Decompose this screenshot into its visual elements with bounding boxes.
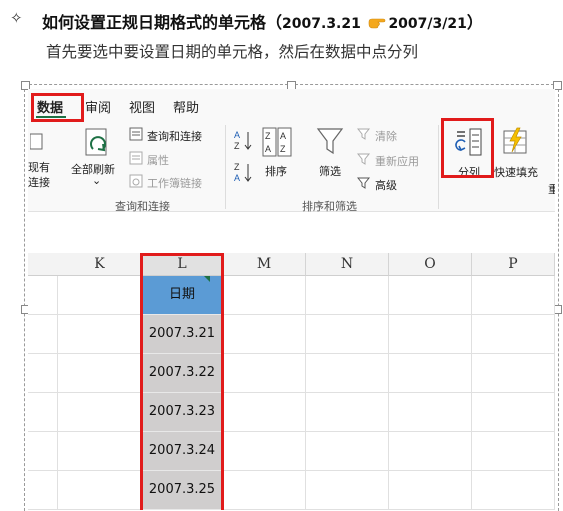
ribbon-tabs: 数据 审阅 视图 帮助	[28, 89, 555, 119]
grid-cell[interactable]	[389, 276, 472, 315]
column-header-k[interactable]: K	[58, 253, 142, 276]
column-header-o[interactable]: O	[389, 253, 472, 276]
svg-text:Z: Z	[234, 162, 240, 172]
connections-icon	[30, 133, 43, 150]
grid-cell[interactable]	[306, 276, 389, 315]
excel-screenshot: 数据 审阅 视图 帮助 现有 连接 全部刷新 ⌄ 查询和连接 属性 工作簿链接 …	[28, 89, 555, 510]
pointing-hand-icon	[369, 18, 386, 29]
column-header-p[interactable]: P	[472, 253, 555, 276]
grid-cell[interactable]	[389, 315, 472, 354]
column-header-m[interactable]: M	[223, 253, 306, 276]
partial-right-label: 重	[548, 183, 555, 196]
grid-cell[interactable]	[58, 276, 142, 315]
grid-cell[interactable]	[472, 276, 555, 315]
reapply-icon	[357, 153, 371, 165]
grid-cell[interactable]	[389, 393, 472, 432]
grid-cell[interactable]	[223, 276, 306, 315]
chevron-down-icon: ⌄	[92, 174, 102, 187]
svg-text:A: A	[234, 173, 240, 183]
grid-cell[interactable]	[472, 432, 555, 471]
grid-cell[interactable]	[58, 432, 142, 471]
grid-cell[interactable]	[306, 432, 389, 471]
highlight-data-tab	[31, 93, 84, 122]
grid-cell[interactable]	[28, 393, 58, 432]
grid-cell[interactable]	[472, 471, 555, 510]
grid-cell[interactable]	[28, 315, 58, 354]
svg-text:Z: Z	[265, 131, 271, 141]
grid-cell[interactable]	[28, 432, 58, 471]
refresh-icon	[85, 128, 107, 156]
properties-icon	[129, 151, 143, 165]
column-header-n[interactable]: N	[306, 253, 389, 276]
grid-cell[interactable]	[28, 471, 58, 510]
grid-cell[interactable]	[223, 315, 306, 354]
instruction-heading: 如何设置正规日期格式的单元格（2007.3.21 2007/3/21）	[42, 13, 483, 32]
advanced-icon	[357, 177, 371, 189]
grid-cell[interactable]	[306, 393, 389, 432]
flash-fill-icon	[503, 127, 527, 154]
grid-cell[interactable]	[28, 276, 58, 315]
grid-cell[interactable]	[389, 432, 472, 471]
grid-cell[interactable]	[223, 471, 306, 510]
links-icon	[129, 174, 143, 188]
grid-cell[interactable]	[472, 354, 555, 393]
svg-text:Z: Z	[280, 144, 286, 154]
svg-text:A: A	[234, 130, 240, 140]
svg-text:A: A	[265, 144, 271, 154]
svg-text:Z: Z	[234, 141, 240, 151]
tab-review[interactable]: 审阅	[85, 97, 111, 116]
grid-cell[interactable]	[28, 354, 58, 393]
grid-cell[interactable]	[58, 354, 142, 393]
grid-cell[interactable]	[389, 354, 472, 393]
heading-main: 如何设置正规日期格式的单元格	[42, 13, 267, 32]
tab-view[interactable]: 视图	[129, 97, 155, 116]
grid-cell[interactable]	[58, 393, 142, 432]
instruction-subline: 首先要选中要设置日期的单元格，然后在数据中点分列	[46, 43, 419, 61]
grid-cell[interactable]	[306, 471, 389, 510]
highlight-text-to-columns	[441, 118, 494, 178]
grid-cell[interactable]	[223, 432, 306, 471]
grid-cell[interactable]	[223, 393, 306, 432]
group-separator	[438, 125, 439, 209]
bullet-icon: ✧	[10, 9, 23, 27]
group-separator	[225, 125, 226, 209]
grid-cell[interactable]	[58, 315, 142, 354]
tab-help[interactable]: 帮助	[173, 97, 199, 116]
grid-cell[interactable]	[306, 315, 389, 354]
column-header-partial	[28, 253, 59, 276]
instruction-header: ✧ 如何设置正规日期格式的单元格（2007.3.21 2007/3/21） 首先…	[0, 0, 563, 80]
blank-gap	[28, 212, 555, 246]
sort-icon: Z A A Z	[262, 127, 292, 157]
svg-text:A: A	[280, 131, 286, 141]
heading-from: 2007.3.21	[282, 16, 361, 32]
grid-cell[interactable]	[389, 471, 472, 510]
grid-cell[interactable]	[58, 471, 142, 510]
grid-cell[interactable]	[472, 393, 555, 432]
heading-to: 2007/3/21	[388, 16, 467, 32]
query-icon	[129, 127, 143, 141]
clear-icon	[357, 128, 371, 140]
filter-icon	[316, 128, 344, 155]
grid-cell[interactable]	[306, 354, 389, 393]
highlight-column-l	[140, 253, 224, 510]
sort-desc-icon: Z A	[234, 162, 252, 183]
sort-asc-icon: A Z	[234, 130, 252, 151]
grid-cell[interactable]	[472, 315, 555, 354]
grid-cell[interactable]	[223, 354, 306, 393]
